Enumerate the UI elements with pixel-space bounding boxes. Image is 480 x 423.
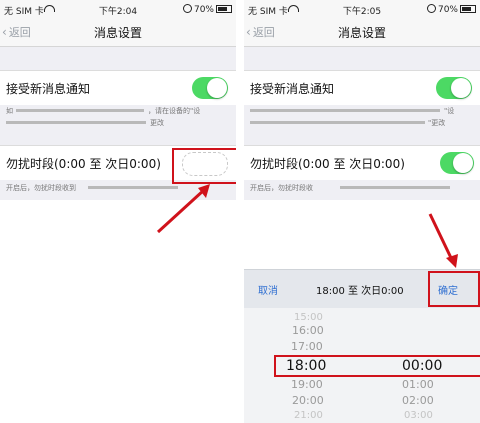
minute-option[interactable]: 02:00: [402, 394, 434, 407]
notify-desc-c: 更改: [150, 119, 164, 127]
battery-text: 70%: [437, 5, 458, 15]
dnd-toggle[interactable]: [440, 152, 474, 174]
cancel-button[interactable]: 取消: [258, 282, 278, 297]
battery-text: 70%: [193, 5, 214, 15]
hour-option[interactable]: 16:00: [292, 324, 324, 337]
notify-desc-area: "设 "更改: [244, 105, 480, 145]
minute-option[interactable]: 01:00: [402, 378, 434, 391]
status-right: 70%: [426, 4, 476, 15]
dnd-desc-area: 开启后，勿扰时段收: [244, 180, 480, 200]
battery-icon: [216, 5, 232, 13]
divider: [236, 0, 244, 423]
notify-row: 接受新消息通知: [0, 70, 236, 106]
hour-option[interactable]: 20:00: [292, 394, 324, 407]
annotation-box: [428, 271, 480, 307]
section-gap: [244, 47, 480, 70]
notify-desc-a: "设: [444, 107, 455, 115]
redacted-text: [250, 109, 440, 112]
section-gap: [0, 47, 236, 70]
nav-bar: ‹ 返回 消息设置: [244, 18, 480, 47]
right-screenshot: 无 SIM 卡 下午2:05 70% ‹ 返回 消息设置 接受新消息通知 "设 "…: [244, 0, 480, 423]
annotation-arrow: [428, 213, 458, 268]
rotation-lock-icon: [182, 4, 192, 13]
redacted-text: [340, 186, 450, 189]
picker-range-text: 18:00 至 次日0:00: [316, 286, 404, 297]
notify-toggle[interactable]: [436, 77, 472, 99]
dnd-label: 勿扰时段(0:00 至 次日0:00): [6, 157, 161, 171]
annotation-box: [172, 148, 236, 184]
battery-icon: [460, 5, 476, 13]
hour-option[interactable]: 21:00: [294, 410, 323, 421]
hour-option[interactable]: 17:00: [291, 340, 323, 353]
left-screenshot: 无 SIM 卡 下午2:04 70% ‹ 返回 消息设置 接受新消息通知 如 ，请…: [0, 0, 236, 423]
notify-desc-b: ，请在设备的"设: [148, 107, 201, 115]
notify-desc-b: "更改: [428, 119, 446, 127]
rotation-lock-icon: [426, 4, 436, 13]
hour-option[interactable]: 15:00: [294, 312, 323, 323]
redacted-text: [6, 121, 146, 124]
page-title: 消息设置: [337, 26, 386, 40]
notify-toggle[interactable]: [192, 77, 228, 99]
notify-label: 接受新消息通知: [6, 82, 91, 96]
hour-option[interactable]: 19:00: [291, 378, 323, 391]
dnd-row: 勿扰时段(0:00 至 次日0:00): [244, 145, 480, 181]
notify-label: 接受新消息通知: [250, 82, 335, 96]
notify-row: 接受新消息通知: [244, 70, 480, 106]
status-right: 70%: [182, 4, 232, 15]
nav-bar: ‹ 返回 消息设置: [0, 18, 236, 47]
page-title: 消息设置: [93, 26, 142, 40]
dnd-desc: 开启后，勿扰时段收到: [6, 184, 76, 192]
minute-option[interactable]: 03:00: [404, 410, 433, 421]
notify-desc-area: 如 ，请在设备的"设 更改: [0, 105, 236, 145]
dnd-label: 勿扰时段(0:00 至 次日0:00): [250, 157, 405, 171]
status-bar: 无 SIM 卡 下午2:05 70%: [244, 0, 480, 18]
annotation-arrow: [156, 184, 210, 234]
redacted-text: [250, 121, 425, 124]
redacted-text: [16, 109, 144, 112]
annotation-box: [274, 355, 480, 377]
dnd-desc: 开启后，勿扰时段收: [250, 184, 313, 192]
status-bar: 无 SIM 卡 下午2:04 70%: [0, 0, 236, 18]
notify-desc-a: 如: [6, 107, 13, 115]
